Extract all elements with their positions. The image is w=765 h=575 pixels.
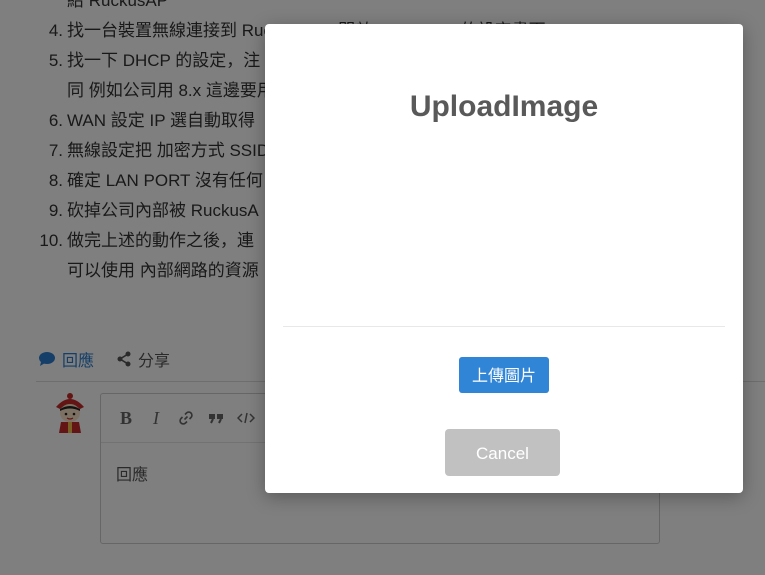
dialog-divider bbox=[283, 326, 725, 327]
dialog-content-area bbox=[283, 134, 725, 324]
upload-image-dialog: UploadImage 上傳圖片 Cancel bbox=[265, 24, 743, 493]
dialog-title: UploadImage bbox=[409, 90, 599, 123]
page: 給 RuckusAP 4.找一台裝置無線連接到 RuckusAP，開啟 Ruck… bbox=[0, 0, 765, 575]
cancel-button[interactable]: Cancel bbox=[445, 429, 560, 476]
upload-image-button[interactable]: 上傳圖片 bbox=[459, 357, 549, 393]
